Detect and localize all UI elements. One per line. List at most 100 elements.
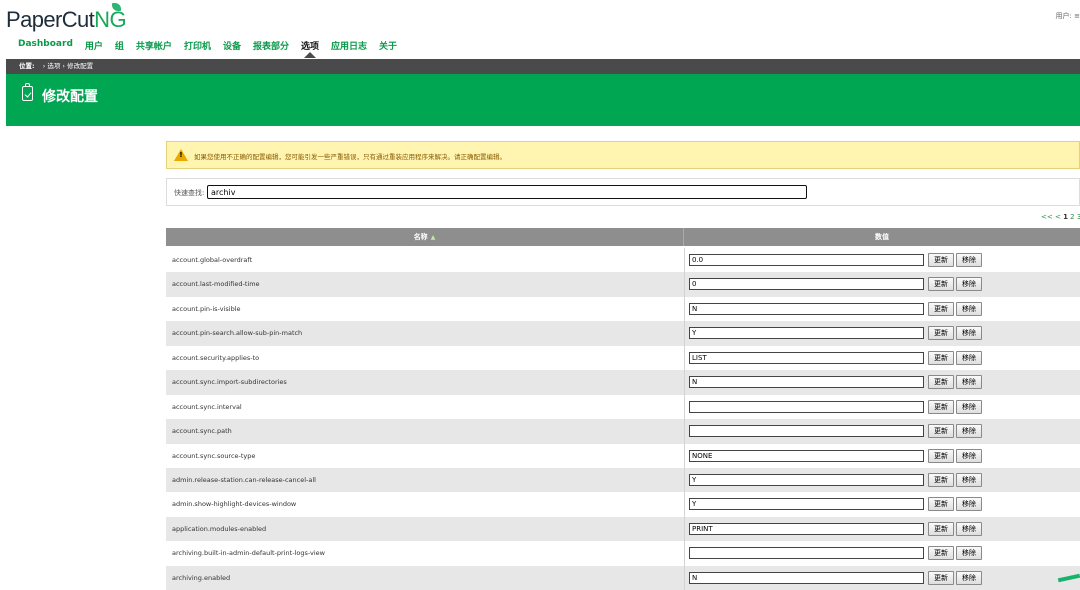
- config-value-input[interactable]: [689, 498, 924, 511]
- config-value-input[interactable]: [689, 376, 924, 389]
- sort-up-icon: ▲: [430, 234, 436, 241]
- config-name: account.sync.path: [172, 427, 232, 436]
- nav-item-0[interactable]: Dashboard: [18, 39, 73, 55]
- config-value-input[interactable]: [689, 473, 924, 486]
- nav-item-6[interactable]: 报表部分: [253, 39, 289, 55]
- table-row: account.sync.source-type 更新移除: [166, 443, 1080, 468]
- config-value-input[interactable]: [689, 302, 924, 315]
- config-name: account.sync.source-type: [172, 451, 256, 460]
- pager-prev[interactable]: << <: [1041, 213, 1061, 221]
- pager-page-2[interactable]: 2: [1070, 213, 1074, 221]
- update-button[interactable]: 更新: [928, 301, 954, 316]
- remove-button[interactable]: 移除: [956, 350, 982, 365]
- column-divider: [684, 370, 685, 395]
- config-value-input[interactable]: [689, 547, 924, 560]
- table-row: admin.release-station.can-release-cancel…: [166, 467, 1080, 493]
- quick-find-panel: 快速查找:: [166, 178, 1080, 206]
- config-name: account.last-modified-time: [172, 280, 260, 289]
- update-button[interactable]: 更新: [928, 350, 954, 365]
- update-button[interactable]: 更新: [928, 448, 954, 463]
- table-row: account.sync.path 更新 移除: [166, 419, 1080, 444]
- column-divider: [684, 321, 685, 346]
- remove-button[interactable]: 移除: [956, 277, 982, 292]
- column-divider: [684, 248, 685, 273]
- config-name: archiving.built-in-admin-default-print-l…: [172, 549, 325, 558]
- breadcrumb-path[interactable]: › 选项 › 修改配置: [43, 62, 93, 70]
- quick-find-label: 快速查找:: [174, 189, 205, 197]
- remove-button[interactable]: 移除: [956, 326, 982, 341]
- config-name: application.modules-enabled: [172, 524, 267, 533]
- update-button[interactable]: 更新: [928, 546, 954, 561]
- config-value-input[interactable]: [689, 425, 924, 438]
- config-value-input[interactable]: [689, 449, 924, 462]
- column-divider: [684, 443, 685, 468]
- column-divider: [684, 345, 685, 371]
- table-row: account.sync.import-subdirectories 更新移除: [166, 370, 1080, 395]
- config-value-input[interactable]: [689, 571, 924, 584]
- name-column-header[interactable]: 名称 ▲: [166, 228, 684, 246]
- remove-button[interactable]: 移除: [956, 448, 982, 463]
- pager-page-1[interactable]: 1: [1063, 213, 1068, 221]
- remove-button[interactable]: 移除: [956, 253, 982, 267]
- remove-button[interactable]: 移除: [956, 375, 982, 390]
- remove-button[interactable]: 移除: [956, 546, 982, 561]
- remove-button[interactable]: 移除: [956, 301, 982, 316]
- update-button[interactable]: 更新: [928, 277, 954, 292]
- update-button[interactable]: 更新: [928, 399, 954, 414]
- table-row: admin.show-highlight-devices-window 更新移除: [166, 492, 1080, 517]
- warning-message: ! 如果您使用不正确的配置编辑，您可能引发一些严重错误，只有通过重装应用程序来解…: [166, 141, 1080, 169]
- config-name: account.pin-is-visible: [172, 304, 241, 313]
- nav-item-5[interactable]: 设备: [223, 39, 241, 55]
- config-name: account.sync.import-subdirectories: [172, 378, 287, 387]
- config-name: account.sync.interval: [172, 402, 242, 411]
- remove-button[interactable]: 移除: [956, 497, 982, 512]
- warning-text: 如果您使用不正确的配置编辑，您可能引发一些严重错误，只有通过重装应用程序来解决。…: [194, 153, 506, 161]
- value-column-header[interactable]: 数值: [684, 228, 1080, 246]
- remove-button[interactable]: 移除: [956, 399, 982, 414]
- update-button[interactable]: 更新: [928, 253, 954, 267]
- column-divider: [684, 565, 685, 590]
- nav-item-7[interactable]: 选项: [301, 39, 319, 58]
- config-value-input[interactable]: [689, 351, 924, 364]
- update-button[interactable]: 更新: [928, 497, 954, 512]
- config-name: account.global-overdraft: [172, 256, 253, 264]
- update-button[interactable]: 更新: [928, 424, 954, 439]
- nav-item-4[interactable]: 打印机: [184, 39, 211, 55]
- breadcrumb-label: 位置:: [19, 62, 35, 70]
- config-value-input[interactable]: [689, 522, 924, 535]
- nav-item-1[interactable]: 用户: [85, 39, 103, 55]
- active-caret-icon: [303, 52, 316, 58]
- column-divider: [684, 272, 685, 297]
- update-button[interactable]: 更新: [928, 472, 954, 487]
- main-nav: Dashboard 用户组共享帐户 打印机 设备 报表部分 选项 应用日志 关于: [18, 39, 409, 58]
- table-row: application.modules-enabled 更新移除: [166, 516, 1080, 542]
- quick-find-input[interactable]: [207, 185, 807, 199]
- config-table-header: 名称 ▲ 数值: [166, 228, 1080, 246]
- page-title: 修改配置: [42, 89, 98, 105]
- config-name: archiving.enabled: [172, 573, 231, 582]
- remove-button[interactable]: 移除: [956, 521, 982, 536]
- nav-item-9[interactable]: 关于: [379, 39, 397, 55]
- column-divider: [684, 467, 685, 493]
- nav-item-8[interactable]: 应用日志: [331, 39, 367, 55]
- update-button[interactable]: 更新: [928, 521, 954, 536]
- nav-item-3[interactable]: 共享帐户: [136, 39, 172, 55]
- config-value-input[interactable]: [689, 327, 924, 340]
- remove-button[interactable]: 移除: [956, 424, 982, 439]
- table-row: account.pin-is-visible 更新移除: [166, 296, 1080, 322]
- config-value-input[interactable]: [689, 400, 924, 413]
- config-value-input[interactable]: [689, 278, 924, 291]
- update-button[interactable]: 更新: [928, 326, 954, 341]
- user-label[interactable]: 用户: ≡: [1056, 11, 1080, 21]
- column-divider: [684, 492, 685, 517]
- logo-ng-text: NG: [94, 7, 126, 32]
- column-divider: [684, 516, 685, 542]
- table-row: account.last-modified-time 更新移除: [166, 272, 1080, 297]
- table-row: archiving.enabled更新移除: [166, 565, 1080, 590]
- nav-item-2[interactable]: 组: [115, 39, 124, 55]
- config-value-input[interactable]: [689, 254, 924, 266]
- remove-button[interactable]: 移除: [956, 472, 982, 487]
- config-name: account.security.applies-to: [172, 353, 260, 362]
- logo-text: PaperCut: [6, 7, 95, 32]
- update-button[interactable]: 更新: [928, 375, 954, 390]
